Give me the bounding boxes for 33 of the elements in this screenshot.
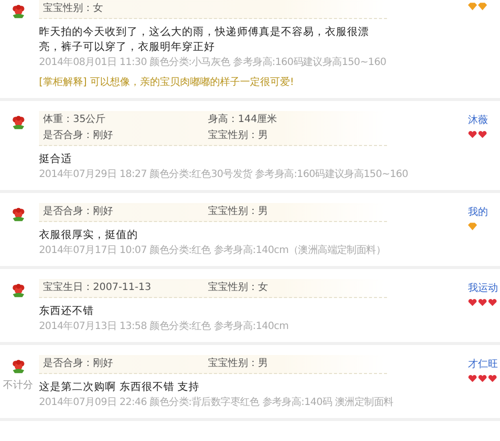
diamond-icon bbox=[468, 222, 477, 231]
attribute-text: 是否合身：刚好 bbox=[43, 129, 114, 143]
review-meta: 2014年07月17日 10:07 颜色分类:红色 参考身高:140cm（澳洲高端定制面料） bbox=[39, 244, 386, 258]
attribute-text: 宝宝性别：女 bbox=[43, 2, 104, 16]
review-meta: 2014年07月13日 13:58 颜色分类:红色 参考身高:140cm bbox=[39, 320, 289, 334]
attribute-text: 是否合身：刚好 bbox=[43, 205, 114, 219]
attribute-text: 宝宝性别：女 bbox=[208, 281, 269, 295]
attribute-text: 是否合身：刚好 bbox=[43, 357, 114, 371]
attribute-text: 宝宝性别：男 bbox=[208, 357, 269, 371]
seller-reply: [掌柜解释] 可以想像，亲的宝贝肉嘟嘟的样子一定很可爱! bbox=[39, 76, 295, 90]
flower-icon bbox=[10, 207, 26, 222]
attribute-text: 宝宝生日：2007-11-13 bbox=[43, 281, 152, 295]
flower-icon bbox=[10, 4, 26, 19]
review-meta: 2014年07月09日 22:46 颜色分类:背后数字枣红色 参考身高:140码 澳洲定制面料 bbox=[39, 396, 394, 410]
user-name[interactable]: 沐薇 bbox=[468, 113, 488, 127]
review-comment: 东西还不错 bbox=[39, 304, 95, 319]
flower-icon bbox=[10, 115, 26, 130]
flower-icon bbox=[10, 283, 26, 298]
attribute-text: 宝宝性别：男 bbox=[208, 205, 269, 219]
flower-icon bbox=[10, 359, 26, 374]
review-comment: 昨天拍的今天收到了，这么大的雨，快递师傅真是不容易，衣服很漂亮，裤子可以穿了，衣服明年穿正好 bbox=[39, 25, 370, 55]
review-meta: 2014年08月01日 11:30 颜色分类:小马灰色 参考身高:160码建议身高150~160 bbox=[39, 56, 386, 70]
user-name[interactable]: 我的 bbox=[468, 205, 488, 219]
attribute-text: 体重：35公斤 bbox=[43, 113, 107, 127]
user-name[interactable]: 才仁旺 bbox=[468, 357, 498, 371]
review-comment: 衣服很厚实，挺值的 bbox=[39, 228, 139, 243]
attribute-text: 宝宝性别：男 bbox=[208, 129, 269, 143]
score-note: 不计分 bbox=[3, 378, 33, 392]
review-comment: 挺合适 bbox=[39, 152, 73, 167]
user-name[interactable]: 我运动 bbox=[468, 281, 498, 295]
attribute-text: 身高：144厘米 bbox=[208, 113, 278, 127]
review-comment: 这是第二次购啊 东西很不错 支持 bbox=[39, 380, 201, 395]
review-meta: 2014年07月29日 18:27 颜色分类:红色30号发货 参考身高:160码建议身高150~160 bbox=[39, 168, 408, 182]
